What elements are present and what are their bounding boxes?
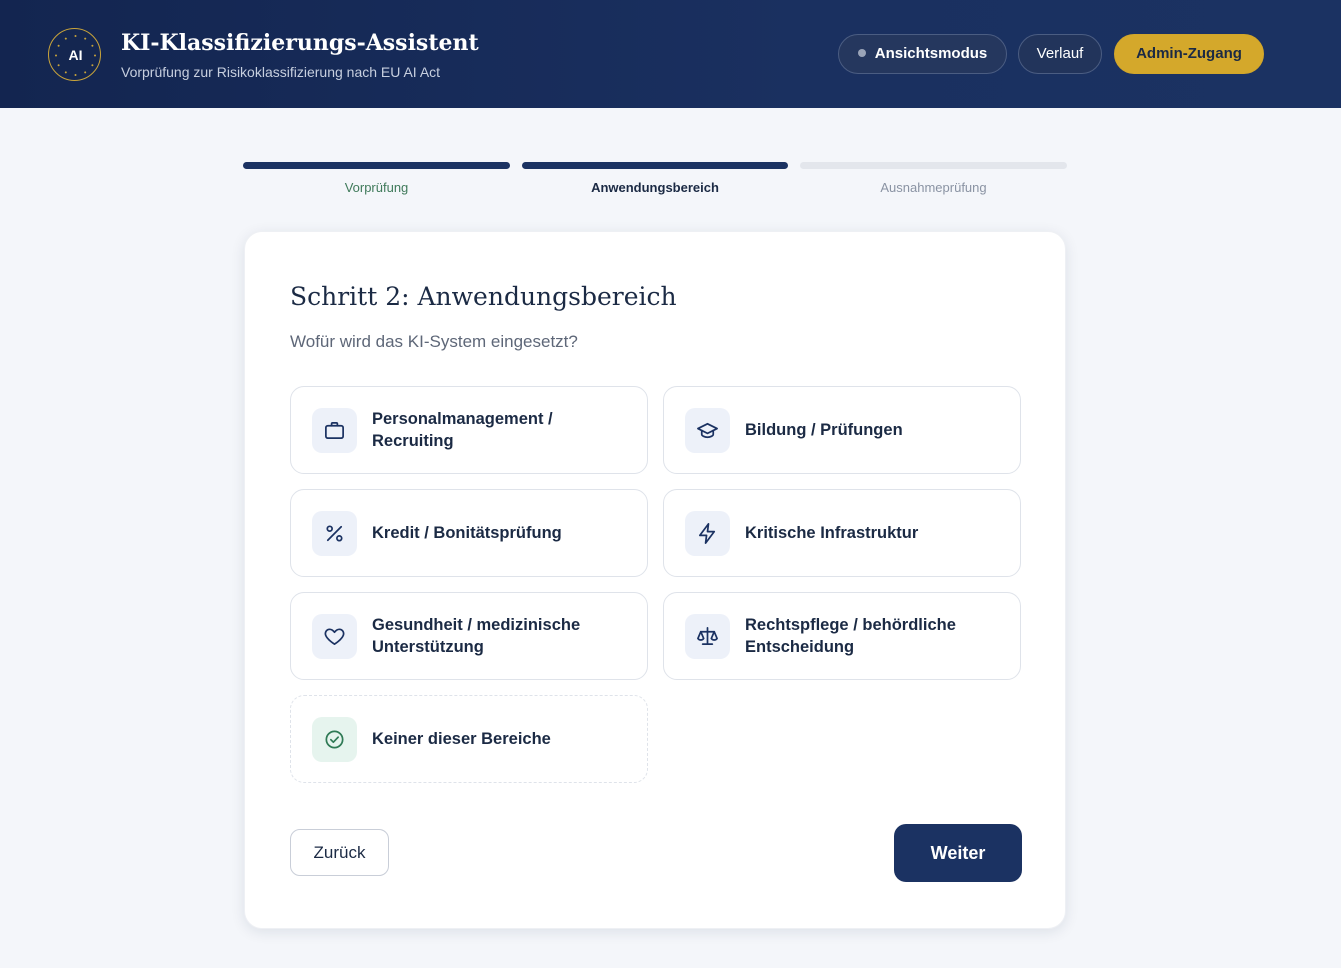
scales-icon bbox=[685, 614, 730, 659]
status-dot-icon bbox=[857, 49, 866, 57]
option-label: Kritische Infrastruktur bbox=[745, 524, 919, 542]
step-title: Schritt 2: Anwendungsbereich bbox=[290, 282, 677, 311]
eu-ai-logo: AI bbox=[48, 28, 101, 81]
back-button[interactable]: Zurück bbox=[290, 829, 389, 876]
option-personalmanagement[interactable]: Personalmanagement / Recruiting bbox=[290, 386, 648, 474]
step-bar-1 bbox=[243, 162, 510, 169]
option-kritische-infrastruktur[interactable]: Kritische Infrastruktur bbox=[663, 489, 1021, 577]
next-button[interactable]: Weiter bbox=[894, 824, 1022, 882]
lightning-icon bbox=[685, 511, 730, 556]
view-mode-label: Ansichtsmodus bbox=[874, 45, 988, 62]
check-circle-icon bbox=[312, 717, 357, 762]
view-mode-button[interactable]: Ansichtsmodus bbox=[838, 34, 1007, 74]
option-label: Bildung / Prüfungen bbox=[745, 421, 903, 439]
step-card: Schritt 2: Anwendungsbereich Wofür wird … bbox=[244, 231, 1066, 929]
app-header: AI KI-Klassifizierungs-Assistent Vorprüf… bbox=[0, 0, 1341, 108]
percent-icon bbox=[312, 511, 357, 556]
option-bildung[interactable]: Bildung / Prüfungen bbox=[663, 386, 1021, 474]
step-question: Wofür wird das KI-System eingesetzt? bbox=[290, 332, 578, 351]
admin-access-button[interactable]: Admin-Zugang bbox=[1114, 34, 1264, 74]
step-label-1: Vorprüfung bbox=[344, 180, 409, 195]
logo-text: AI bbox=[68, 47, 83, 63]
history-button[interactable]: Verlauf bbox=[1018, 34, 1102, 74]
app-subtitle: Vorprüfung zur Risikoklassifizierung nac… bbox=[121, 64, 441, 80]
app-title: KI-Klassifizierungs-Assistent bbox=[121, 30, 479, 56]
option-rechtspflege[interactable]: Rechtspflege / behördliche Entscheidung bbox=[663, 592, 1021, 680]
option-label: Rechtspflege / behördliche Entscheidung bbox=[745, 616, 956, 656]
option-gesundheit[interactable]: Gesundheit / medizinische Unterstützung bbox=[290, 592, 648, 680]
step-label-2: Anwendungsbereich bbox=[591, 180, 719, 195]
heart-icon bbox=[312, 614, 357, 659]
option-label: Personalmanagement / Recruiting bbox=[372, 410, 553, 450]
option-label: Keiner dieser Bereiche bbox=[372, 730, 551, 748]
step-bar-3 bbox=[800, 162, 1067, 169]
step-label-3: Ausnahmeprüfung bbox=[880, 180, 987, 195]
briefcase-icon bbox=[312, 408, 357, 453]
step-bar-2 bbox=[522, 162, 788, 169]
option-kredit[interactable]: Kredit / Bonitätsprüfung bbox=[290, 489, 648, 577]
graduation-cap-icon bbox=[685, 408, 730, 453]
option-label: Kredit / Bonitätsprüfung bbox=[372, 524, 562, 542]
option-keiner[interactable]: Keiner dieser Bereiche bbox=[290, 695, 648, 783]
option-label: Gesundheit / medizinische Unterstützung bbox=[372, 616, 581, 656]
